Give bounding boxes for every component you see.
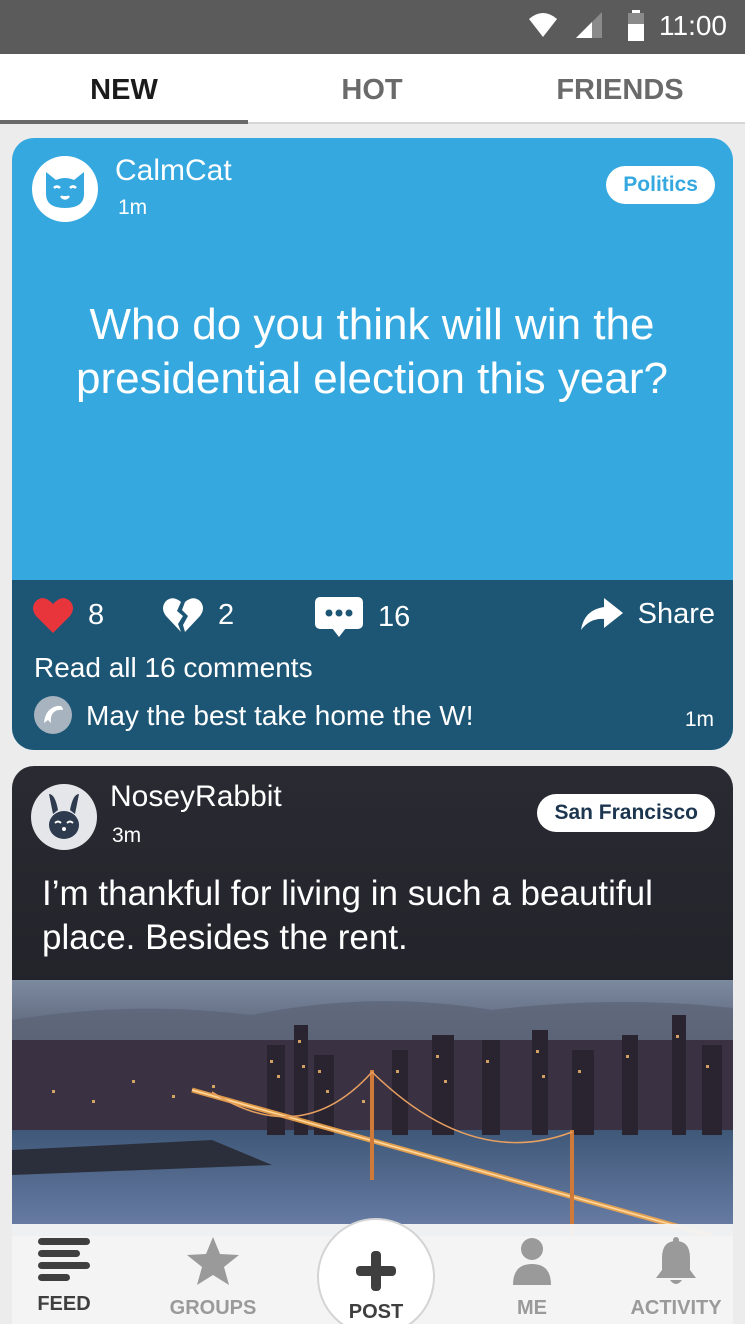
active-tab-indicator [0, 120, 248, 124]
like-count: 8 [88, 598, 105, 631]
comment-count: 16 [378, 600, 411, 633]
nav-activity[interactable]: ACTIVITY [616, 1236, 736, 1320]
status-bar: 11:00 [0, 0, 745, 54]
nav-feed[interactable]: FEED [4, 1236, 124, 1316]
tab-new[interactable]: NEW [0, 54, 248, 124]
post-card[interactable]: CalmCat 1m Politics Who do you think wil… [12, 138, 733, 750]
nav-groups[interactable]: GROUPS [153, 1236, 273, 1320]
feed-tabs: NEW HOT FRIENDS [0, 54, 745, 124]
tab-hot[interactable]: HOT [248, 54, 496, 124]
top-comment-time: 1m [684, 708, 714, 731]
nav-activity-label: ACTIVITY [630, 1297, 722, 1319]
user-avatar[interactable] [31, 784, 97, 850]
city-night-bridge-image[interactable] [12, 980, 733, 1236]
tab-friends[interactable]: FRIENDS [496, 54, 744, 124]
person-icon [513, 1238, 551, 1285]
bell-icon [656, 1237, 696, 1284]
location-tag[interactable]: San Francisco [537, 794, 715, 832]
like-button[interactable]: 8 [32, 596, 104, 634]
comment-icon [315, 597, 363, 637]
read-all-comments-link[interactable]: Read all 16 comments [34, 652, 313, 684]
topic-tag[interactable]: Politics [606, 166, 715, 204]
post-text: Who do you think will win the presidenti… [76, 300, 668, 403]
share-arrow-icon [580, 598, 623, 630]
post-time: 1m [118, 196, 148, 219]
cat-icon [46, 172, 84, 208]
dislike-count: 2 [218, 598, 235, 631]
star-icon [187, 1237, 239, 1285]
dolphin-icon [44, 705, 63, 723]
battery-icon [628, 10, 644, 41]
nav-groups-label: GROUPS [169, 1297, 257, 1319]
nav-me-label: ME [517, 1297, 547, 1319]
bottom-navigation: FEED GROUPS POST ME ACTIVITY [12, 1218, 736, 1324]
comment-button[interactable]: 16 [314, 596, 410, 638]
post-username[interactable]: CalmCat [115, 154, 232, 188]
dislike-button[interactable]: 2 [162, 596, 234, 634]
broken-heart-icon [163, 598, 203, 632]
post-username[interactable]: NoseyRabbit [110, 780, 282, 814]
share-label: Share [637, 597, 715, 630]
user-avatar[interactable] [32, 156, 98, 222]
status-time: 11:00 [659, 10, 727, 41]
nav-me[interactable]: ME [472, 1236, 592, 1320]
nav-feed-label: FEED [37, 1293, 91, 1315]
top-comment-text: May the best take home the W! [86, 700, 474, 731]
heart-icon [33, 598, 73, 633]
cell-signal-icon [576, 12, 602, 38]
plus-icon [356, 1251, 396, 1291]
commenter-avatar[interactable] [34, 696, 72, 734]
feed-icon [38, 1238, 90, 1281]
post-button[interactable]: POST [317, 1218, 435, 1324]
post-card[interactable]: NoseyRabbit 3m San Francisco I’m thankfu… [12, 766, 733, 1236]
nav-post-label: POST [348, 1301, 404, 1323]
post-text: I’m thankful for living in such a beauti… [42, 874, 653, 957]
share-button[interactable]: Share [580, 596, 715, 632]
wifi-icon [529, 13, 557, 37]
rabbit-icon [49, 794, 79, 839]
post-time: 3m [112, 824, 142, 847]
